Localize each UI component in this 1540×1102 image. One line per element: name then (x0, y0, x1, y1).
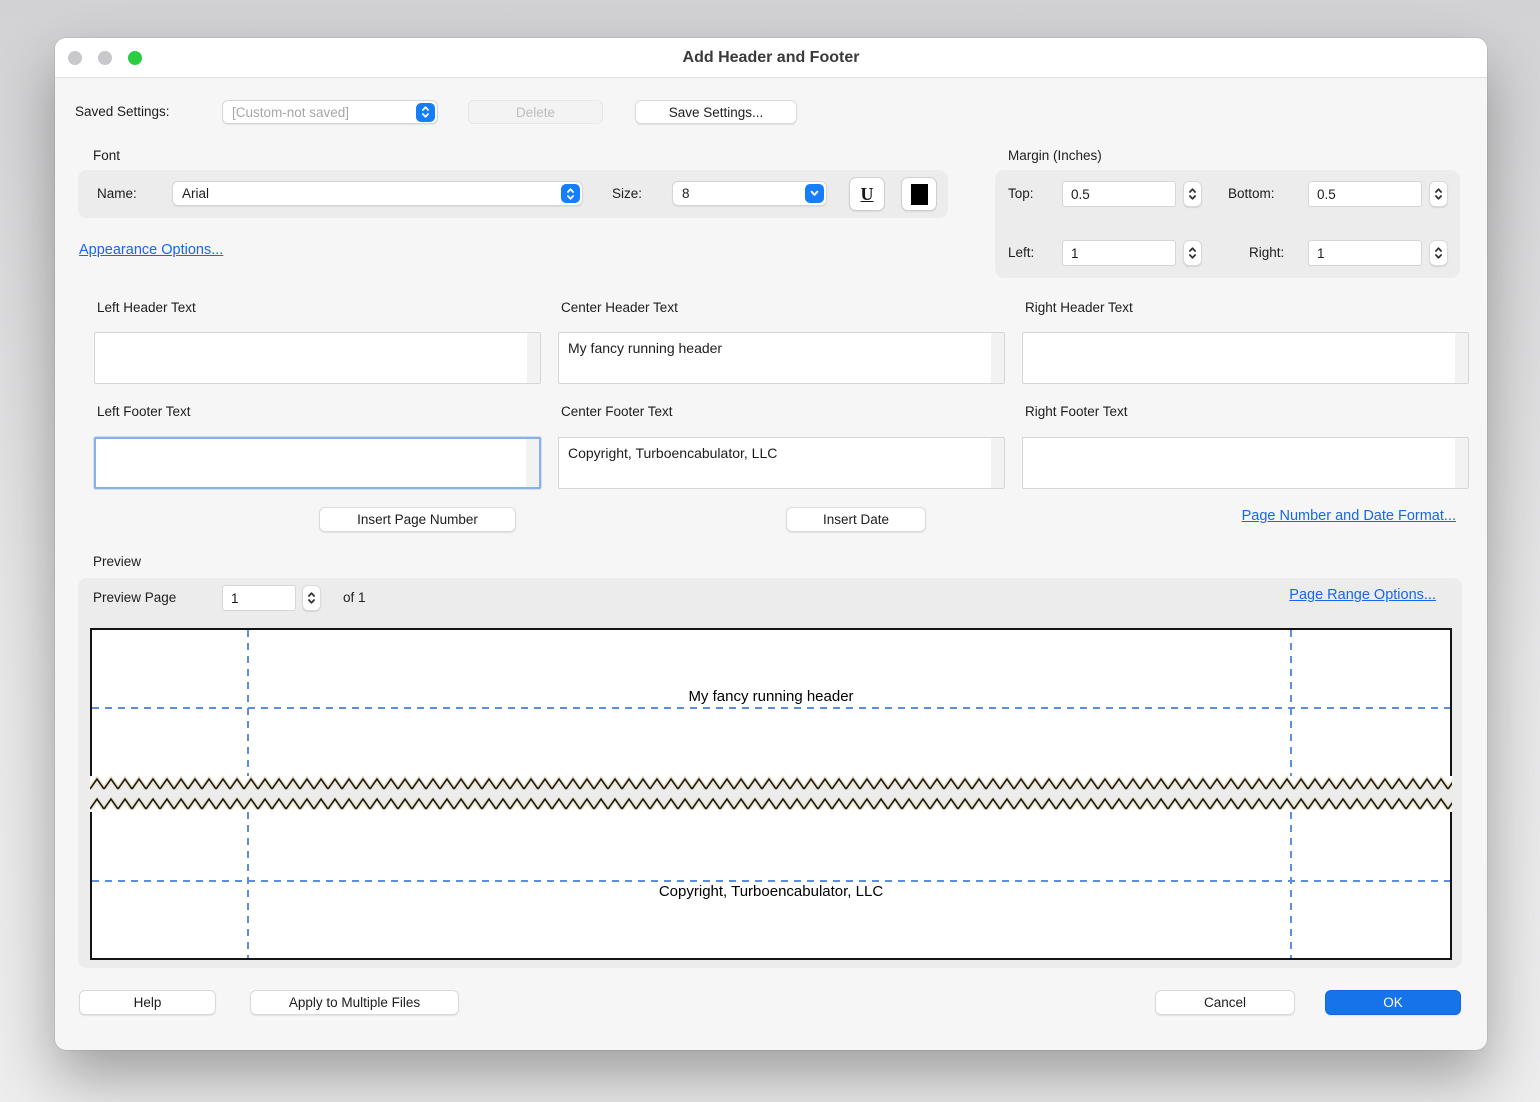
preview-page-label: Preview Page (93, 590, 176, 606)
margin-bottom-stepper[interactable] (1429, 181, 1448, 207)
right-footer-label: Right Footer Text (1025, 404, 1128, 420)
margin-right-stepper[interactable] (1429, 240, 1448, 266)
left-footer-textarea[interactable] (94, 437, 541, 489)
margin-right-label: Right: (1249, 245, 1284, 261)
saved-settings-value: [Custom-not saved] (232, 105, 416, 120)
cancel-button[interactable]: Cancel (1155, 990, 1295, 1015)
center-footer-label: Center Footer Text (561, 404, 673, 420)
saved-settings-label: Saved Settings: (75, 104, 170, 120)
add-header-footer-dialog: Add Header and Footer Saved Settings: [C… (55, 38, 1487, 1050)
preview-page-input[interactable] (222, 585, 296, 611)
page-number-date-format-link[interactable]: Page Number and Date Format... (1242, 508, 1456, 525)
preview-page-stepper[interactable] (302, 585, 321, 611)
margin-bottom-label: Bottom: (1228, 186, 1275, 202)
margin-right-input[interactable] (1308, 240, 1422, 266)
left-header-textarea[interactable] (94, 332, 541, 384)
left-header-label: Left Header Text (97, 300, 196, 316)
left-footer-label: Left Footer Text (97, 404, 191, 420)
insert-page-number-button[interactable]: Insert Page Number (319, 507, 516, 532)
margin-top-stepper[interactable] (1183, 181, 1202, 207)
font-section-label: Font (93, 148, 120, 164)
margin-left-label: Left: (1008, 245, 1034, 261)
page-range-options-link[interactable]: Page Range Options... (1289, 587, 1436, 604)
font-name-value: Arial (182, 186, 561, 201)
margin-left-input[interactable] (1062, 240, 1176, 266)
saved-settings-dropdown[interactable]: [Custom-not saved] (222, 100, 438, 124)
center-header-label: Center Header Text (561, 300, 678, 316)
tear-zigzag-bottom (90, 797, 1452, 812)
font-size-value: 8 (682, 186, 805, 201)
right-footer-textarea[interactable] (1022, 437, 1469, 489)
right-header-textarea[interactable] (1022, 332, 1469, 384)
center-header-textarea[interactable]: My fancy running header (558, 332, 1005, 384)
top-margin-guide (92, 707, 1450, 709)
font-name-dropdown[interactable]: Arial (172, 181, 583, 206)
preview-header-text: My fancy running header (92, 688, 1450, 706)
right-header-label: Right Header Text (1025, 300, 1133, 316)
center-footer-textarea[interactable]: Copyright, Turboencabulator, LLC (558, 437, 1005, 489)
ok-button[interactable]: OK (1325, 990, 1461, 1015)
font-color-button[interactable] (901, 177, 937, 211)
delete-button[interactable]: Delete (468, 100, 603, 124)
margin-left-stepper[interactable] (1183, 240, 1202, 266)
preview-page-canvas: My fancy running header Copyright, Turbo… (90, 628, 1452, 960)
bottom-margin-guide (92, 880, 1450, 882)
dialog-title: Add Header and Footer (55, 38, 1487, 78)
underline-u-glyph: U (861, 185, 874, 203)
page-tear-divider (90, 776, 1452, 812)
underline-button[interactable]: U (849, 177, 885, 211)
margin-top-input[interactable] (1062, 181, 1176, 207)
color-swatch-black (911, 184, 928, 205)
preview-section-label: Preview (93, 554, 141, 570)
appearance-options-link[interactable]: Appearance Options... (79, 242, 223, 259)
font-size-dropdown[interactable]: 8 (672, 181, 827, 206)
preview-page-count-label: of 1 (343, 590, 366, 606)
tear-zigzag-top (90, 776, 1452, 791)
title-bar: Add Header and Footer (55, 38, 1487, 78)
font-name-label: Name: (97, 186, 137, 202)
margin-top-label: Top: (1008, 186, 1034, 202)
font-size-label: Size: (612, 186, 642, 202)
chevron-up-down-icon (416, 103, 435, 122)
margin-section-label: Margin (Inches) (1008, 148, 1102, 164)
margin-bottom-input[interactable] (1308, 181, 1422, 207)
chevron-down-icon (805, 184, 824, 203)
insert-date-button[interactable]: Insert Date (786, 507, 926, 532)
preview-footer-text: Copyright, Turboencabulator, LLC (92, 883, 1450, 901)
help-button[interactable]: Help (79, 990, 216, 1015)
apply-to-multiple-files-button[interactable]: Apply to Multiple Files (250, 990, 459, 1015)
chevron-up-down-icon (561, 184, 580, 203)
save-settings-button[interactable]: Save Settings... (635, 100, 797, 124)
